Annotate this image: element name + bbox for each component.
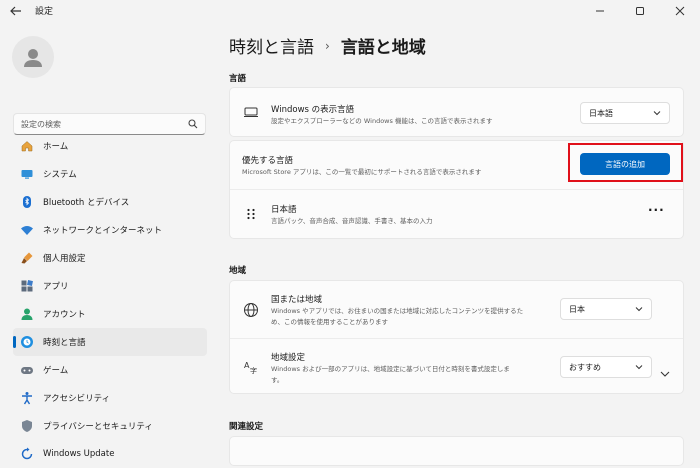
chevron-down-icon xyxy=(635,307,643,312)
home-icon xyxy=(19,138,35,154)
dropdown-value: 日本語 xyxy=(589,108,613,118)
back-button[interactable] xyxy=(8,3,24,19)
minimize-icon xyxy=(596,10,604,12)
brush-icon xyxy=(19,250,35,266)
sidebar-item-network[interactable]: ネットワークとインターネット xyxy=(13,216,207,244)
sidebar-item-label: ネットワークとインターネット xyxy=(43,226,163,236)
sidebar-item-label: Bluetooth とデバイス xyxy=(43,198,130,208)
breadcrumb-separator: › xyxy=(325,38,330,53)
close-icon xyxy=(675,6,685,16)
sidebar-item-personalization[interactable]: 個人用設定 xyxy=(13,244,207,272)
sidebar-item-system[interactable]: システム xyxy=(13,160,207,188)
related-settings-card xyxy=(229,436,684,466)
sidebar-item-privacy[interactable]: プライバシーとセキュリティ xyxy=(13,412,207,440)
more-options-button[interactable]: ··· xyxy=(648,203,665,217)
minimize-button[interactable] xyxy=(580,0,620,22)
chevron-down-icon xyxy=(653,111,661,116)
highlight-annotation xyxy=(568,143,683,182)
drag-handle-icon[interactable] xyxy=(242,205,260,223)
regional-format-icon: A字 xyxy=(242,358,260,376)
preferred-languages-desc: Microsoft Store アプリは、この一覧で最初にサポートされる言語で表… xyxy=(242,168,482,176)
sidebar-item-time-language[interactable]: 時刻と言語 xyxy=(13,328,207,356)
regional-format-dropdown[interactable]: おすすめ xyxy=(560,356,652,378)
region-section-header: 地域 xyxy=(229,266,247,276)
gamepad-icon xyxy=(19,362,35,378)
sidebar-item-label: ゲーム xyxy=(43,366,69,376)
chevron-down-icon xyxy=(635,365,643,370)
country-region-desc-line1: Windows やアプリでは、お住まいの国または地域に対応したコンテンツを提供す… xyxy=(271,307,524,315)
sidebar-item-label: Windows Update xyxy=(43,449,115,459)
expand-chevron-icon[interactable] xyxy=(660,363,670,382)
sidebar-item-gaming[interactable]: ゲーム xyxy=(13,356,207,384)
regional-format-title: 地域設定 xyxy=(271,353,306,363)
globe-icon xyxy=(242,301,260,319)
dropdown-value: 日本 xyxy=(569,304,585,314)
monitor-icon xyxy=(242,103,260,121)
display-language-card: Windows の表示言語 設定やエクスプローラーなどの Windows 機能は… xyxy=(229,87,684,137)
sidebar-item-windows-update[interactable]: Windows Update xyxy=(13,440,207,468)
system-icon xyxy=(19,166,35,182)
app-title: 設定 xyxy=(35,7,54,17)
close-button[interactable] xyxy=(660,0,700,22)
accessibility-icon xyxy=(19,390,35,406)
sidebar-item-label: 個人用設定 xyxy=(43,254,86,264)
country-region-dropdown[interactable]: 日本 xyxy=(560,298,652,320)
sidebar-item-apps[interactable]: アプリ xyxy=(13,272,207,300)
country-region-row: 国または地域 Windows やアプリでは、お住まいの国または地域に対応したコン… xyxy=(230,281,683,338)
sidebar-item-label: ホーム xyxy=(43,142,69,152)
display-language-dropdown[interactable]: 日本語 xyxy=(580,102,670,124)
page-title: 言語と地域 xyxy=(340,38,426,58)
apps-icon xyxy=(19,278,35,294)
sidebar-item-label: アプリ xyxy=(43,282,69,292)
sidebar-item-label: プライバシーとセキュリティ xyxy=(43,422,153,432)
sidebar-item-label: システム xyxy=(43,170,77,180)
country-region-title: 国または地域 xyxy=(271,295,323,305)
preferred-languages-title: 優先する言語 xyxy=(242,156,294,166)
arrow-left-icon xyxy=(10,6,21,16)
display-language-desc: 設定やエクスプローラーなどの Windows 機能は、この言語で表示されます xyxy=(271,117,493,125)
language-features: 言語パック、音声合成、音声認識、手書き、基本の入力 xyxy=(271,217,433,225)
maximize-button[interactable] xyxy=(620,0,660,22)
bluetooth-icon xyxy=(19,194,35,210)
language-name: 日本語 xyxy=(271,205,297,215)
sidebar-item-label: 時刻と言語 xyxy=(43,338,86,348)
title-bar: 設定 xyxy=(0,0,700,22)
shield-icon xyxy=(19,418,35,434)
update-icon xyxy=(19,446,35,462)
language-list-item-japanese[interactable]: 日本語 言語パック、音声合成、音声認識、手書き、基本の入力 ··· xyxy=(230,189,683,238)
account-icon xyxy=(19,306,35,322)
search-icon[interactable] xyxy=(188,119,198,129)
wifi-icon xyxy=(19,222,35,238)
regional-format-desc-line1: Windows および一部のアプリは、地域設定に基づいて日付と時刻を書式設定しま xyxy=(271,365,510,373)
search-placeholder: 設定の検索 xyxy=(21,119,61,129)
sidebar-nav: ホーム システム Bluetooth とデバイス ネットワークとインターネット … xyxy=(13,132,207,468)
language-section-header: 言語 xyxy=(229,74,247,84)
sidebar-item-label: アクセシビリティ xyxy=(43,394,111,404)
regional-format-desc-line2: す。 xyxy=(271,376,284,384)
user-icon xyxy=(24,49,42,67)
breadcrumb-parent[interactable]: 時刻と言語 xyxy=(229,33,314,58)
breadcrumb: 時刻と言語 › 言語と地域 xyxy=(229,33,426,58)
avatar[interactable] xyxy=(12,36,54,78)
sidebar-item-bluetooth[interactable]: Bluetooth とデバイス xyxy=(13,188,207,216)
sidebar-item-accounts[interactable]: アカウント xyxy=(13,300,207,328)
sidebar-item-accessibility[interactable]: アクセシビリティ xyxy=(13,384,207,412)
display-language-row: Windows の表示言語 設定やエクスプローラーなどの Windows 機能は… xyxy=(230,88,683,136)
maximize-icon xyxy=(636,7,644,15)
sidebar: 設定の検索 ホーム システム Bluetooth とデバイス ネットワークとイン… xyxy=(0,22,215,460)
country-region-desc-line2: め、この情報を使用することがあります xyxy=(271,318,388,326)
window-controls xyxy=(580,0,700,22)
display-language-title: Windows の表示言語 xyxy=(271,105,355,115)
sidebar-item-label: アカウント xyxy=(43,310,86,320)
region-card: 国または地域 Windows やアプリでは、お住まいの国または地域に対応したコン… xyxy=(229,280,684,394)
regional-format-row[interactable]: A字 地域設定 Windows および一部のアプリは、地域設定に基づいて日付と時… xyxy=(230,338,683,393)
clock-globe-icon xyxy=(19,334,35,350)
sidebar-item-home[interactable]: ホーム xyxy=(13,132,207,160)
related-settings-header: 関連設定 xyxy=(229,422,264,432)
svg-text:字: 字 xyxy=(250,366,257,375)
dropdown-value: おすすめ xyxy=(569,362,601,372)
